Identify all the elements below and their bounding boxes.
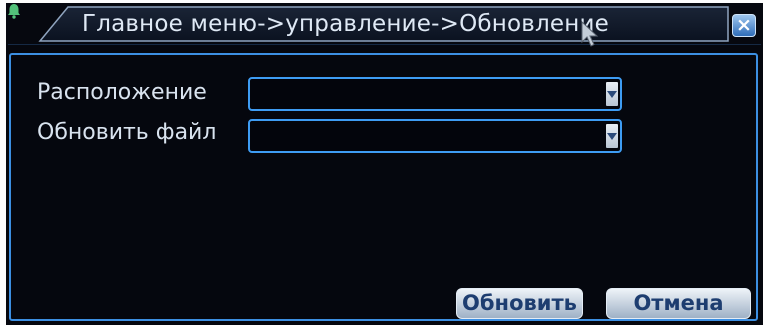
file-label: Обновить файл (37, 120, 217, 145)
chevron-down-icon[interactable] (606, 82, 618, 106)
update-button[interactable]: Обновить (456, 288, 583, 319)
cancel-button[interactable]: Отмена (606, 288, 751, 319)
update-dialog: Главное меню->управление->Обновление × Р… (6, 3, 763, 325)
location-label: Расположение (37, 80, 207, 105)
window-title: Главное меню->управление->Обновление (82, 11, 610, 37)
chevron-down-icon[interactable] (606, 124, 618, 148)
close-button[interactable]: × (732, 14, 756, 37)
title-bar: Главное меню->управление->Обновление × (6, 3, 763, 45)
file-dropdown[interactable] (248, 119, 622, 153)
location-dropdown[interactable] (248, 77, 622, 111)
mouse-cursor-icon (581, 21, 599, 47)
bell-icon (8, 4, 20, 19)
